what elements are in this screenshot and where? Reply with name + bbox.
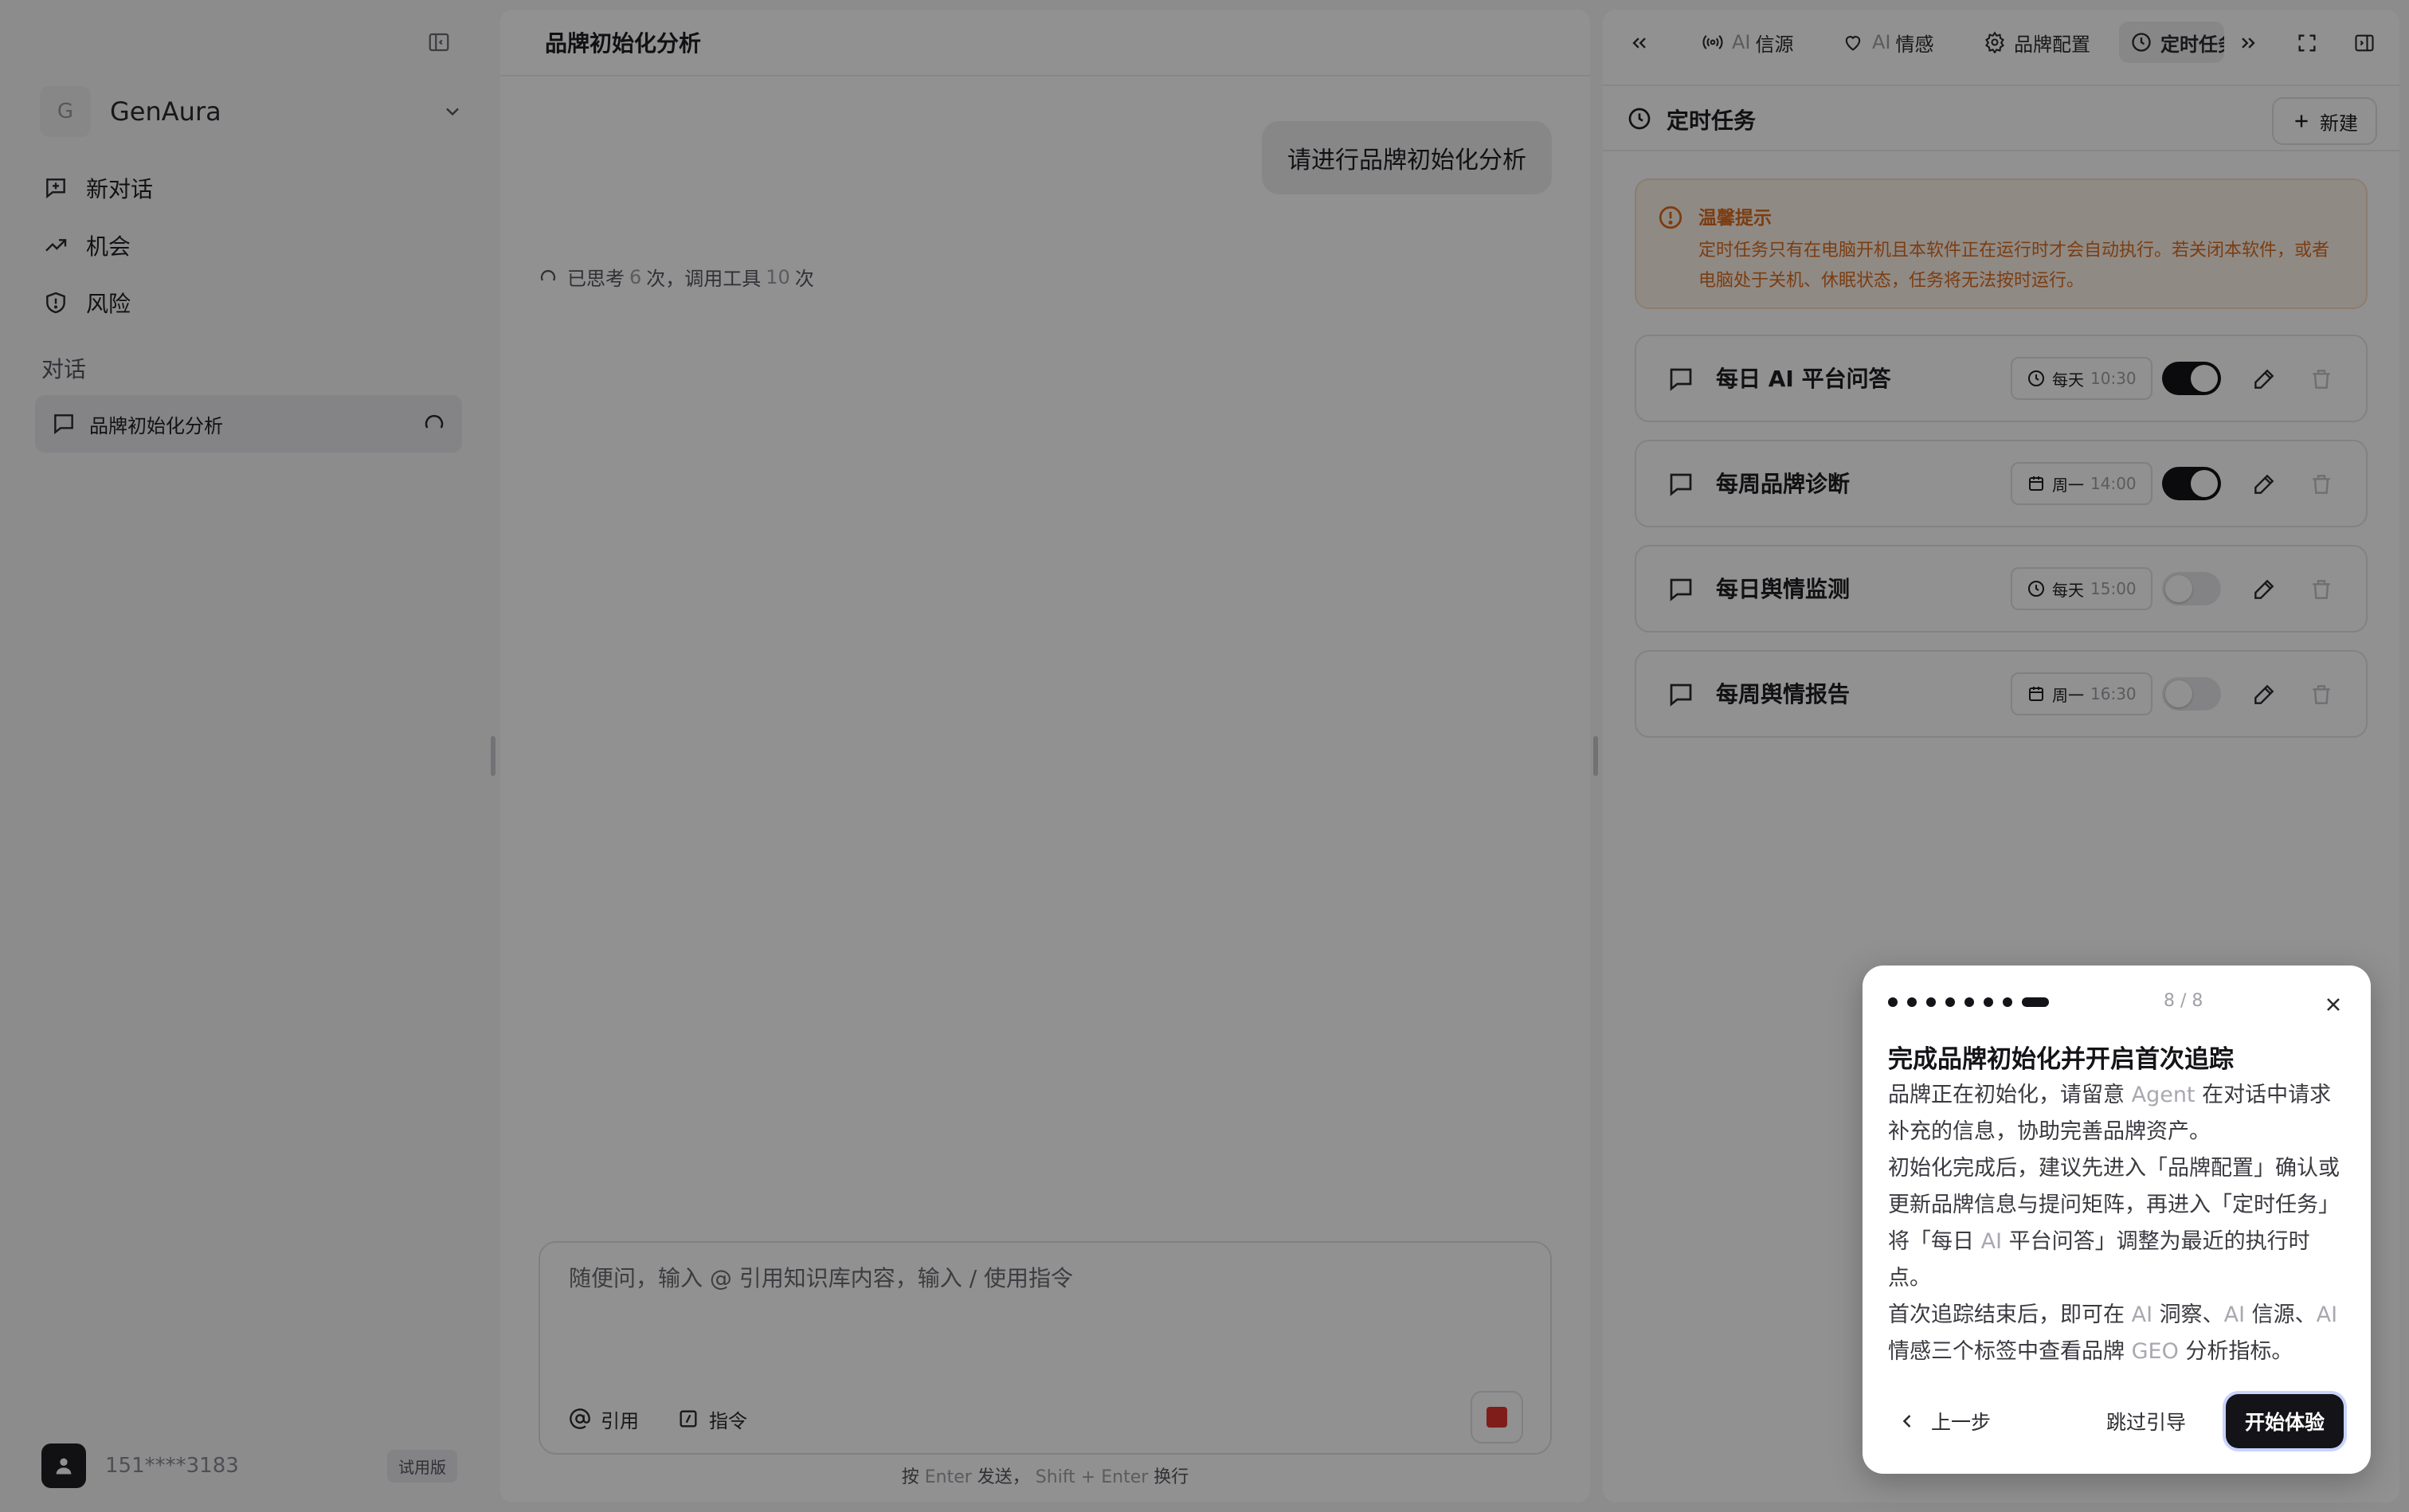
tour-text-dim: AI — [2131, 1302, 2153, 1327]
tour-progress-dots — [1888, 997, 2058, 1007]
progress-dot — [1945, 997, 1955, 1007]
progress-dot — [1964, 997, 1974, 1007]
chevron-left-icon — [1896, 1410, 1918, 1432]
tour-skip-button[interactable]: 跳过引导 — [2106, 1399, 2186, 1443]
progress-dot — [1888, 997, 1898, 1007]
tour-prev-button[interactable]: 上一步 — [1888, 1399, 1999, 1443]
tour-start-button[interactable]: 开始体验 — [2226, 1394, 2344, 1448]
tour-text: 首次追踪结束后，即可在 — [1888, 1302, 2132, 1327]
tour-text: 情感三个标签中查看品牌 — [1888, 1339, 2132, 1364]
progress-dot — [1926, 997, 1936, 1007]
progress-dot-current — [2022, 997, 2049, 1007]
tour-step-counter: 8 / 8 — [2164, 991, 2203, 1011]
close-icon[interactable] — [2320, 991, 2347, 1018]
tour-text: 分析指标。 — [2178, 1339, 2293, 1364]
tour-title: 完成品牌初始化并开启首次追踪 — [1888, 1045, 2234, 1074]
progress-dot — [2003, 997, 2012, 1007]
tour-paragraph: 初始化完成后，建议先进入「品牌配置」确认或更新品牌信息与提问矩阵，再进入「定时任… — [1888, 1150, 2350, 1297]
tour-text-dim: Agent — [2131, 1083, 2196, 1107]
tour-text: 品牌正在初始化，请留意 — [1888, 1083, 2132, 1107]
onboarding-tour-popover: 8 / 8 完成品牌初始化并开启首次追踪 品牌正在初始化，请留意 Agent 在… — [1863, 966, 2371, 1474]
tour-text: 信源、 — [2245, 1302, 2317, 1327]
tour-paragraph: 品牌正在初始化，请留意 Agent 在对话中请求补充的信息，协助完善品牌资产。 — [1888, 1077, 2350, 1150]
progress-dot — [1984, 997, 1993, 1007]
tour-text: 洞察、 — [2152, 1302, 2224, 1327]
progress-dot — [1907, 997, 1917, 1007]
tour-text-dim: AI — [2316, 1302, 2338, 1327]
tour-prev-label: 上一步 — [1931, 1411, 1992, 1434]
tour-paragraph: 首次追踪结束后，即可在 AI 洞察、AI 信源、AI 情感三个标签中查看品牌 G… — [1888, 1297, 2350, 1370]
tour-body: 品牌正在初始化，请留意 Agent 在对话中请求补充的信息，协助完善品牌资产。 … — [1888, 1077, 2350, 1370]
tour-text-dim: GEO — [2131, 1339, 2179, 1364]
tour-text-dim: AI — [2223, 1302, 2246, 1327]
tour-text-dim: AI — [1980, 1229, 2003, 1254]
